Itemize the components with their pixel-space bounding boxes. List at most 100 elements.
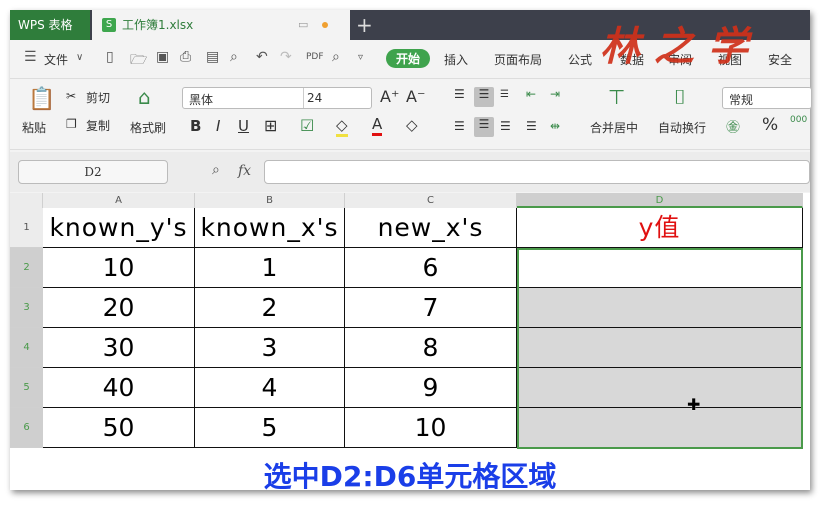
header-cell[interactable]: known_x's (195, 208, 345, 248)
table-cell[interactable]: 10 (43, 248, 195, 288)
font-size[interactable]: 24 (307, 91, 322, 105)
paste-button[interactable]: 粘贴 (22, 119, 46, 136)
underline-icon[interactable]: U (238, 117, 249, 135)
spreadsheet-grid: A B C D 123456 known_y's known_x's new_x's… (10, 193, 810, 493)
menu-page-layout[interactable]: 页面布局 (494, 51, 542, 68)
pdf-icon[interactable]: PDF (306, 52, 324, 62)
table-cell[interactable]: 30 (43, 328, 195, 368)
number-format-select[interactable]: 常规 (722, 87, 812, 109)
align-left-icon[interactable]: ☰ (454, 119, 465, 133)
column-header-a[interactable]: A (43, 193, 195, 208)
increase-font-icon[interactable]: A⁺ (380, 87, 399, 106)
tab-document[interactable]: S 工作簿1.xlsx ▭ (92, 10, 350, 40)
formula-input[interactable] (264, 160, 810, 184)
table-cell[interactable]: 40 (43, 368, 195, 408)
table-cell[interactable]: 8 (345, 328, 517, 368)
border-icon[interactable]: ⊞ (264, 116, 277, 135)
row-header-4[interactable]: 4 (10, 328, 43, 368)
print-preview-icon[interactable]: ▤ (206, 49, 219, 65)
indent-decrease-icon[interactable]: ⇤ (526, 87, 536, 101)
file-menu[interactable]: 文件 (44, 51, 68, 68)
header-cell[interactable]: y值 (517, 208, 803, 248)
row-header-5[interactable]: 5 (10, 368, 43, 408)
fill-color-icon[interactable]: ◇ (336, 116, 348, 137)
hamburger-icon[interactable]: ☰ (24, 49, 37, 65)
format-painter-icon[interactable]: ⌂ (138, 85, 151, 109)
menu-start[interactable]: 开始 (386, 49, 431, 68)
paste-icon[interactable]: 📋 (28, 87, 55, 112)
menu-formula[interactable]: 公式 (568, 51, 592, 68)
format-painter-button[interactable]: 格式刷 (130, 119, 166, 136)
select-all-corner[interactable] (10, 193, 43, 208)
table-cell[interactable]: 5 (195, 408, 345, 448)
chevron-down-icon[interactable]: ∨ (76, 52, 83, 63)
save-icon[interactable]: ▣ (156, 49, 169, 65)
column-header-d[interactable]: D (517, 193, 803, 208)
percent-button[interactable]: % (762, 115, 778, 135)
thousands-icon[interactable]: 000 (790, 115, 807, 125)
copy-icon[interactable]: ❐ (66, 117, 77, 131)
merge-center-button[interactable]: 合并居中 (590, 119, 638, 136)
row-header-6[interactable]: 6 (10, 408, 43, 448)
table-cell[interactable]: 6 (345, 248, 517, 288)
cut-button[interactable]: 剪切 (86, 89, 110, 106)
table-cell[interactable]: 7 (345, 288, 517, 328)
wrap-icon[interactable]: ⌷ (674, 85, 686, 109)
align-bottom-icon[interactable]: ☰ (500, 89, 509, 100)
more-icon[interactable]: ▿ (358, 52, 363, 63)
font-name: 黑体 (189, 93, 214, 107)
menu-insert[interactable]: 插入 (444, 51, 468, 68)
align-right-icon[interactable]: ☰ (500, 119, 511, 133)
undo-icon[interactable]: ↶ (256, 49, 268, 65)
column-header-b[interactable]: B (195, 193, 345, 208)
justify-icon[interactable]: ☰ (526, 119, 537, 133)
print-icon[interactable]: ⎙ (180, 49, 191, 65)
align-center-icon[interactable]: ☰ (474, 117, 494, 137)
copy-button[interactable]: 复制 (86, 117, 110, 134)
table-cell[interactable]: 10 (345, 408, 517, 448)
new-tab-button[interactable]: + (356, 10, 373, 40)
name-box[interactable]: D2 (18, 160, 168, 184)
open-folder-icon[interactable]: 🗁 (130, 49, 147, 73)
italic-icon[interactable]: I (216, 117, 220, 135)
column-header-c[interactable]: C (345, 193, 517, 208)
decrease-font-icon[interactable]: A⁻ (406, 87, 425, 106)
distribute-icon[interactable]: ⇹ (550, 119, 560, 133)
clear-icon[interactable]: ◇ (406, 116, 418, 134)
wrap-text-button[interactable]: 自动换行 (658, 119, 706, 136)
row-header-1[interactable]: 1 (10, 208, 43, 248)
monitor-icon[interactable]: ▭ (298, 10, 308, 40)
caption-text: 选中D2:D6单元格区域 (263, 460, 557, 493)
table-cell[interactable]: 2 (195, 288, 345, 328)
row-header-3[interactable]: 3 (10, 288, 43, 328)
cursor-cross-icon: ✚ (687, 395, 701, 414)
font-select[interactable]: 黑体 24 (182, 87, 372, 109)
table-cell[interactable]: 4 (195, 368, 345, 408)
redo-icon[interactable]: ↷ (280, 49, 292, 65)
search-icon[interactable]: ⌕ (332, 49, 340, 65)
align-top-icon[interactable]: ☰ (454, 87, 465, 101)
selection-range (517, 248, 803, 449)
align-middle-icon[interactable]: ☰ (474, 87, 494, 107)
table-cell[interactable]: 1 (195, 248, 345, 288)
cut-icon[interactable]: ✂ (66, 89, 76, 103)
zoom-formula-icon[interactable]: ⌕ (212, 162, 220, 178)
preview-icon[interactable]: ⌕ (230, 49, 238, 65)
merge-icon[interactable]: ⊤ (608, 85, 625, 109)
header-cell[interactable]: new_x's (345, 208, 517, 248)
header-cell[interactable]: known_y's (43, 208, 195, 248)
row-header-2[interactable]: 2 (10, 248, 43, 288)
table-cell[interactable]: 50 (43, 408, 195, 448)
table-cell[interactable]: 20 (43, 288, 195, 328)
font-color-icon[interactable]: A (372, 115, 383, 136)
menu-security[interactable]: 安全 (768, 51, 792, 68)
table-cell[interactable]: 9 (345, 368, 517, 408)
fx-icon[interactable]: fx (238, 163, 251, 179)
bold-icon[interactable]: B (190, 117, 201, 135)
currency-icon[interactable]: ㊎ (726, 117, 740, 137)
indent-increase-icon[interactable]: ⇥ (550, 87, 560, 101)
new-file-icon[interactable]: ▯ (106, 49, 114, 65)
tab-wps-home[interactable]: WPS 表格 (10, 10, 90, 40)
table-cell[interactable]: 3 (195, 328, 345, 368)
cell-style-icon[interactable]: ☑ (300, 116, 314, 135)
